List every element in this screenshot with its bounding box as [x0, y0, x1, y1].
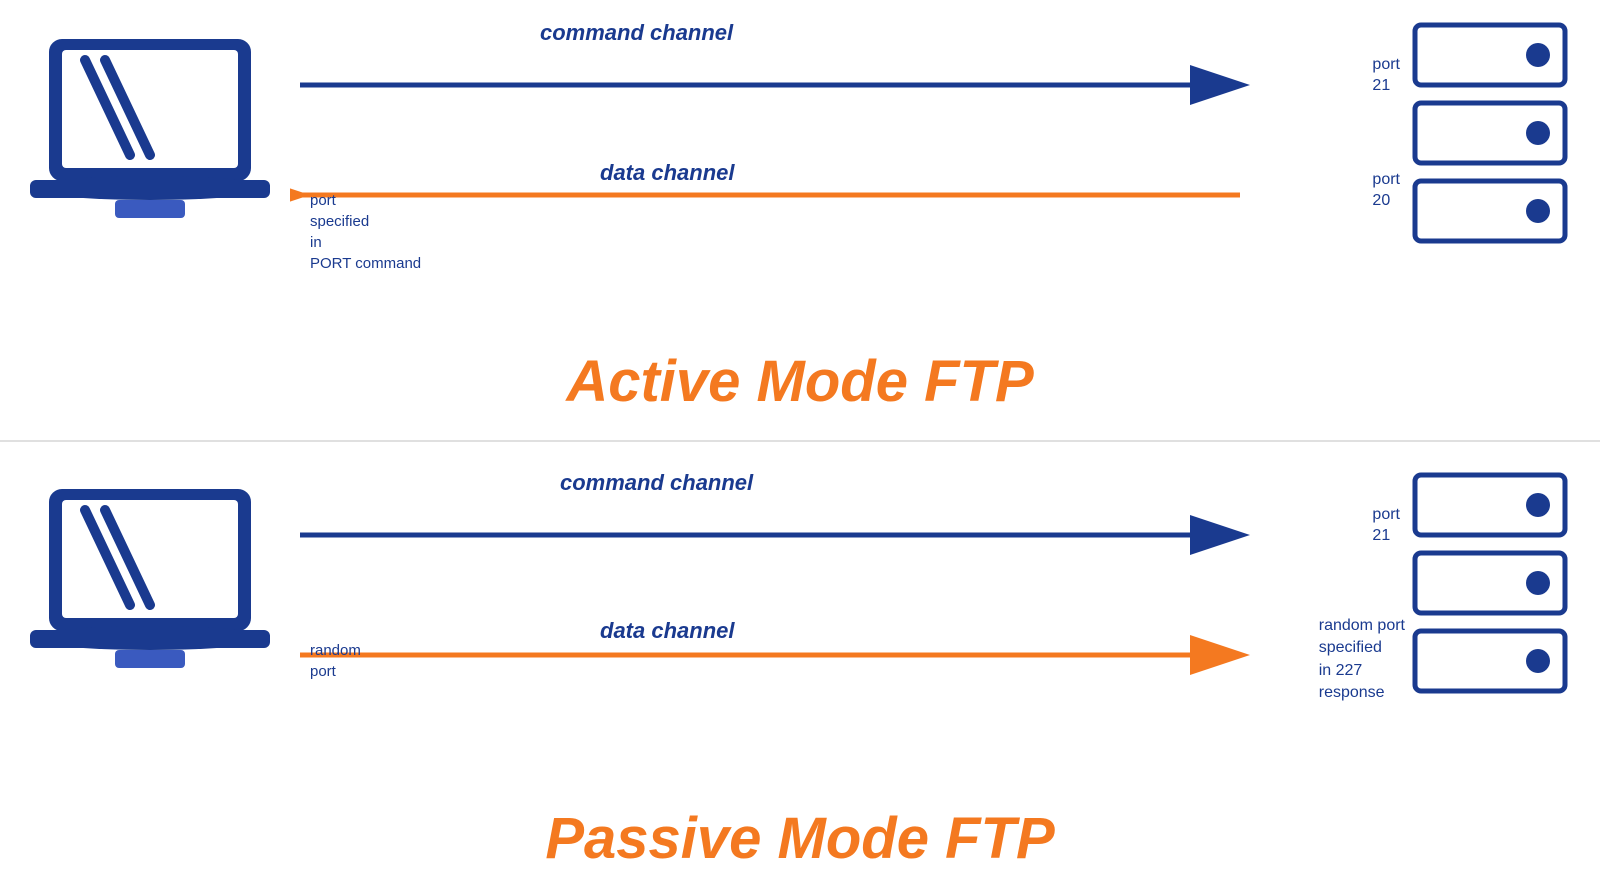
passive-data-arrow	[290, 625, 1290, 685]
active-mode-title: Active Mode FTP	[0, 348, 1600, 415]
active-command-arrow	[290, 55, 1290, 115]
active-data-port: port 20	[1372, 170, 1400, 212]
active-data-arrow	[290, 165, 1290, 225]
passive-mode-section: command channel port 21 data channel ran…	[0, 450, 1600, 880]
active-command-port: port 21	[1372, 55, 1400, 97]
active-client-port-note: port specified in PORT command	[310, 190, 421, 274]
active-command-label: command channel	[540, 20, 733, 46]
active-data-label: data channel	[600, 160, 734, 186]
passive-random-port-server: random port specified in 227 response	[1319, 615, 1405, 705]
passive-command-port: port 21	[1372, 505, 1400, 547]
passive-command-label: command channel	[560, 470, 753, 496]
passive-random-port-client: random port	[310, 640, 361, 682]
passive-data-label: data channel	[600, 618, 734, 644]
active-client-laptop	[30, 30, 270, 255]
passive-server	[1410, 470, 1570, 705]
active-server	[1410, 20, 1570, 255]
section-divider	[0, 440, 1600, 442]
active-mode-section: command channel port 21 data channel por…	[0, 0, 1600, 430]
passive-mode-title: Passive Mode FTP	[0, 805, 1600, 872]
passive-client-laptop	[30, 480, 270, 705]
passive-command-arrow	[290, 505, 1290, 565]
